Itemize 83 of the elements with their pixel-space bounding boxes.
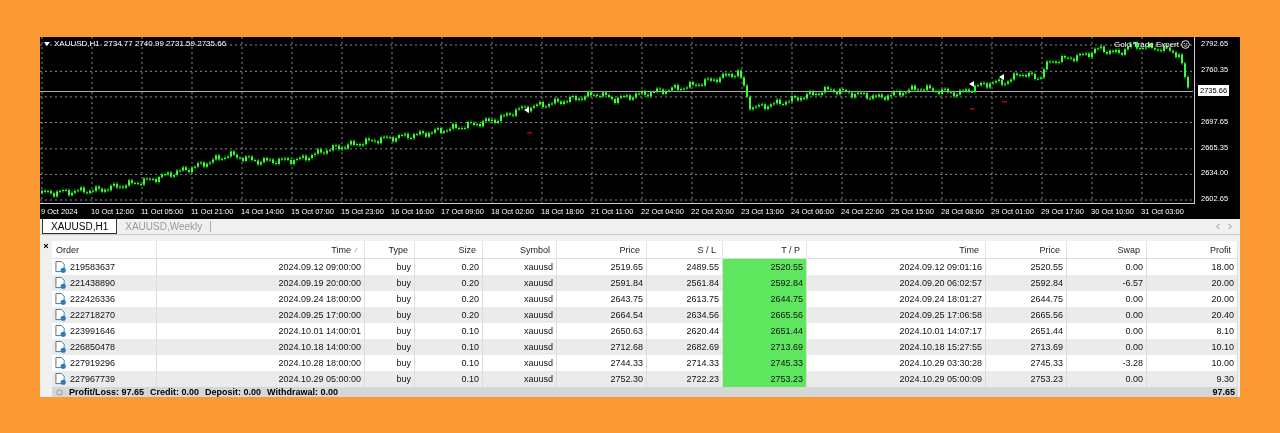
table-cell: 227967739 <box>70 374 116 384</box>
table-cell: 222718270 <box>70 310 116 320</box>
table-cell: 2024.09.25 17:06:58 <box>807 307 986 323</box>
table-cell: 2024.09.20 06:02:57 <box>807 275 986 291</box>
column-header[interactable]: Time <box>807 241 986 258</box>
column-header[interactable]: Type <box>365 241 415 258</box>
table-cell: 221438890 <box>70 278 116 288</box>
status-icon <box>56 388 63 396</box>
table-cell: 0.20 <box>415 275 483 291</box>
order-icon <box>55 325 66 337</box>
table-cell: 2024.10.18 14:00:00 <box>157 339 365 355</box>
table-cell: 0.00 <box>1067 307 1147 323</box>
table-cell: buy <box>365 307 415 323</box>
table-cell: xauusd <box>483 275 557 291</box>
ohlc-values: 2734.77 2740.99 2731.59 2735.66 <box>103 39 227 48</box>
column-header[interactable]: Price <box>986 241 1067 258</box>
column-header[interactable]: Price <box>557 241 647 258</box>
summary-item: Withdrawal: 0.00 <box>267 387 339 397</box>
trade-arrow-icon <box>969 81 974 87</box>
table-cell: 2644.75 <box>723 291 807 307</box>
stop-level-mark <box>1002 101 1007 103</box>
table-cell: 2665.56 <box>723 307 807 323</box>
column-header[interactable]: Swap <box>1067 241 1147 258</box>
table-cell: 2591.84 <box>557 275 647 291</box>
close-icon[interactable] <box>43 243 49 249</box>
trade-arrow-icon <box>999 74 1004 80</box>
summary-item: Profit/Loss: 97.65 <box>69 387 145 397</box>
order-icon <box>55 373 66 385</box>
table-cell: 2024.09.25 17:00:00 <box>157 307 365 323</box>
table-cell: 2024.10.18 15:27:55 <box>807 339 986 355</box>
table-cell: 2713.69 <box>986 339 1067 355</box>
chart-tab[interactable]: XAUUSD,H1 <box>42 219 118 234</box>
smiley-icon <box>1181 40 1190 49</box>
summary-item: Credit: 0.00 <box>150 387 200 397</box>
table-cell: 219583637 <box>70 262 116 272</box>
table-cell: xauusd <box>483 339 557 355</box>
order-icon <box>55 357 66 369</box>
table-cell: 20.40 <box>1147 307 1238 323</box>
order-icon <box>55 309 66 321</box>
table-cell: 2592.84 <box>986 275 1067 291</box>
column-header[interactable]: S / L <box>647 241 723 258</box>
table-cell: 10.10 <box>1147 339 1238 355</box>
table-cell: 2745.33 <box>723 355 807 371</box>
table-cell: 0.00 <box>1067 339 1147 355</box>
order-icon <box>55 293 66 305</box>
stop-level-mark <box>970 108 975 110</box>
column-header[interactable]: T / P <box>723 241 807 258</box>
table-cell: 2753.23 <box>723 371 807 387</box>
dropdown-icon[interactable] <box>44 41 50 46</box>
table-cell: 2712.68 <box>557 339 647 355</box>
table-cell: 20.00 <box>1147 275 1238 291</box>
table-cell: 2024.09.19 20:00:00 <box>157 275 365 291</box>
order-icon <box>55 341 66 353</box>
table-cell: 2592.84 <box>723 275 807 291</box>
order-icon <box>55 261 66 273</box>
table-cell: 0.10 <box>415 339 483 355</box>
table-cell: 222426336 <box>70 294 116 304</box>
table-cell: buy <box>365 275 415 291</box>
table-cell: 226850478 <box>70 342 116 352</box>
sort-icon <box>354 246 358 253</box>
table-cell: 2665.56 <box>986 307 1067 323</box>
column-header[interactable]: Size <box>415 241 483 258</box>
column-header[interactable]: Time <box>157 241 365 258</box>
table-cell: 2713.69 <box>723 339 807 355</box>
summary-item: Deposit: 0.00 <box>205 387 262 397</box>
table-cell: 2664.54 <box>557 307 647 323</box>
table-cell: buy <box>365 339 415 355</box>
stop-level-mark <box>527 132 532 134</box>
expert-name: Gold Trade Expert <box>1114 40 1179 49</box>
total-profit: 97.65 <box>1212 387 1235 397</box>
order-icon <box>55 277 66 289</box>
table-cell: xauusd <box>483 307 557 323</box>
trade-arrow-icon <box>524 107 529 113</box>
column-header[interactable]: Order <box>52 241 157 258</box>
table-cell: 2520.55 <box>723 259 807 275</box>
table-cell: 223991646 <box>70 326 116 336</box>
symbol-label: XAUUSD,H1 <box>54 39 100 48</box>
table-cell: -6.57 <box>1067 275 1147 291</box>
column-header[interactable]: Symbol <box>483 241 557 258</box>
table-cell: 2651.44 <box>723 323 807 339</box>
column-header[interactable]: Profit <box>1147 241 1238 258</box>
table-cell: 0.20 <box>415 307 483 323</box>
table-cell: 227919296 <box>70 358 116 368</box>
